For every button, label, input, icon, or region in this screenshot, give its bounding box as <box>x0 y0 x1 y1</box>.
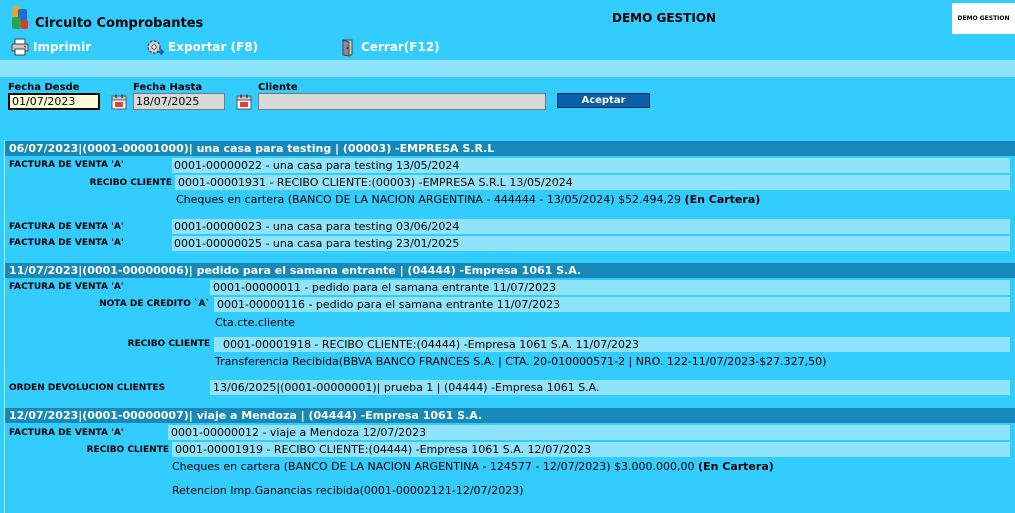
exit-door-icon <box>342 39 353 57</box>
close-label: Cerrar(F12) <box>361 40 440 54</box>
row-label: FACTURA DE VENTA 'A' <box>9 222 124 232</box>
row-text[interactable]: 0001-00000011 - pedido para el samana en… <box>213 281 556 294</box>
row-text[interactable]: 0001-00000012 - viaje a Mendoza 12/07/20… <box>171 426 426 439</box>
fecha-desde-input[interactable] <box>8 93 100 110</box>
row-text[interactable]: 0001-00001931 - RECIBO CLIENTE:(00003) -… <box>178 176 573 189</box>
row-text[interactable]: 0001-00001918 - RECIBO CLIENTE:(04444) -… <box>223 338 639 351</box>
payment-detail: Cheques en cartera (BANCO DE LA NACION A… <box>176 193 682 206</box>
fecha-desde-label: Fecha Desde <box>8 82 80 93</box>
report-left-border <box>4 140 5 513</box>
fecha-hasta-label: Fecha Hasta <box>133 82 203 93</box>
row-text[interactable]: 13/06/2025|(0001-00000001)| prueba 1 | (… <box>213 381 600 394</box>
print-label: Imprimir <box>33 40 92 54</box>
payment-status: (En Cartera) <box>698 460 774 473</box>
row-text[interactable]: 0001-00000022 - una casa para testing 13… <box>174 159 459 172</box>
toolbar: Imprimir Exportar (F8) Cerrar(F12) <box>0 34 1015 60</box>
payment-detail: Cheques en cartera (BANCO DE LA NACION A… <box>172 460 695 473</box>
window-title: Circuito Comprobantes <box>35 16 204 31</box>
row-text[interactable]: 0001-00001919 - RECIBO CLIENTE:(04444) -… <box>175 443 591 456</box>
calendar-icon-hasta[interactable] <box>235 93 253 111</box>
row-text[interactable]: Cheques en cartera (BANCO DE LA NACION A… <box>172 460 774 473</box>
row-label: FACTURA DE VENTA 'A' <box>9 428 124 438</box>
calendar-icon-desde[interactable] <box>110 93 128 111</box>
export-button[interactable]: Exportar (F8) <box>145 37 258 57</box>
row-text[interactable]: 0001-00000116 - pedido para el samana en… <box>217 298 560 311</box>
printer-icon <box>11 38 29 56</box>
app-logo-icon <box>12 6 28 29</box>
print-button[interactable]: Imprimir <box>10 37 91 57</box>
row-label: RECIBO CLIENTE <box>127 339 210 349</box>
accept-button[interactable]: Aceptar <box>557 93 650 108</box>
payment-status: (En Cartera) <box>684 193 761 206</box>
row-label: FACTURA DE VENTA 'A' <box>9 238 124 248</box>
export-gear-icon <box>147 40 165 56</box>
row-label: RECIBO CLIENTE <box>86 445 169 455</box>
group-header[interactable]: 12/07/2023|(0001-00000007)| viaje a Mend… <box>5 408 1010 423</box>
title-bar: Circuito Comprobantes DEMO GESTION DEMO … <box>0 0 1015 34</box>
company-logo: DEMO GESTION <box>952 3 1015 34</box>
row-text[interactable]: Cta.cte.cliente <box>215 316 295 329</box>
row-label: ORDEN DEVOLUCION CLIENTES <box>9 383 166 393</box>
row-label: FACTURA DE VENTA 'A' <box>9 282 124 292</box>
fecha-hasta-input[interactable] <box>133 93 225 110</box>
app-window: Circuito Comprobantes DEMO GESTION DEMO … <box>0 0 1015 513</box>
export-label: Exportar (F8) <box>168 40 259 54</box>
row-text[interactable]: 0001-00000023 - una casa para testing 03… <box>174 220 459 233</box>
toolbar-separator-band <box>0 60 1015 77</box>
group-header[interactable]: 06/07/2023|(0001-00001000)| una casa par… <box>5 141 1010 156</box>
group-header-edge <box>1010 141 1015 156</box>
group-header[interactable]: 11/07/2023|(0001-00000006)| pedido para … <box>5 263 1010 278</box>
cliente-label: Cliente <box>258 82 298 93</box>
company-name: DEMO GESTION <box>612 11 717 25</box>
row-text[interactable]: Retencion Imp.Ganancias recibida(0001-00… <box>172 484 524 497</box>
row-label: NOTA DE CREDITO `A` <box>99 299 210 309</box>
row-label: RECIBO CLIENTE <box>89 178 172 188</box>
row-text[interactable]: Cheques en cartera (BANCO DE LA NACION A… <box>176 193 760 206</box>
cliente-input[interactable] <box>258 93 546 110</box>
row-text[interactable]: Transferencia Recibida(BBVA BANCO FRANCE… <box>215 355 826 368</box>
group-header-edge <box>1010 408 1015 423</box>
group-header-edge <box>1010 263 1015 278</box>
row-label: FACTURA DE VENTA 'A' <box>9 160 124 170</box>
row-text[interactable]: 0001-00000025 - una casa para testing 23… <box>174 237 459 250</box>
close-button[interactable]: Cerrar(F12) <box>338 37 440 57</box>
